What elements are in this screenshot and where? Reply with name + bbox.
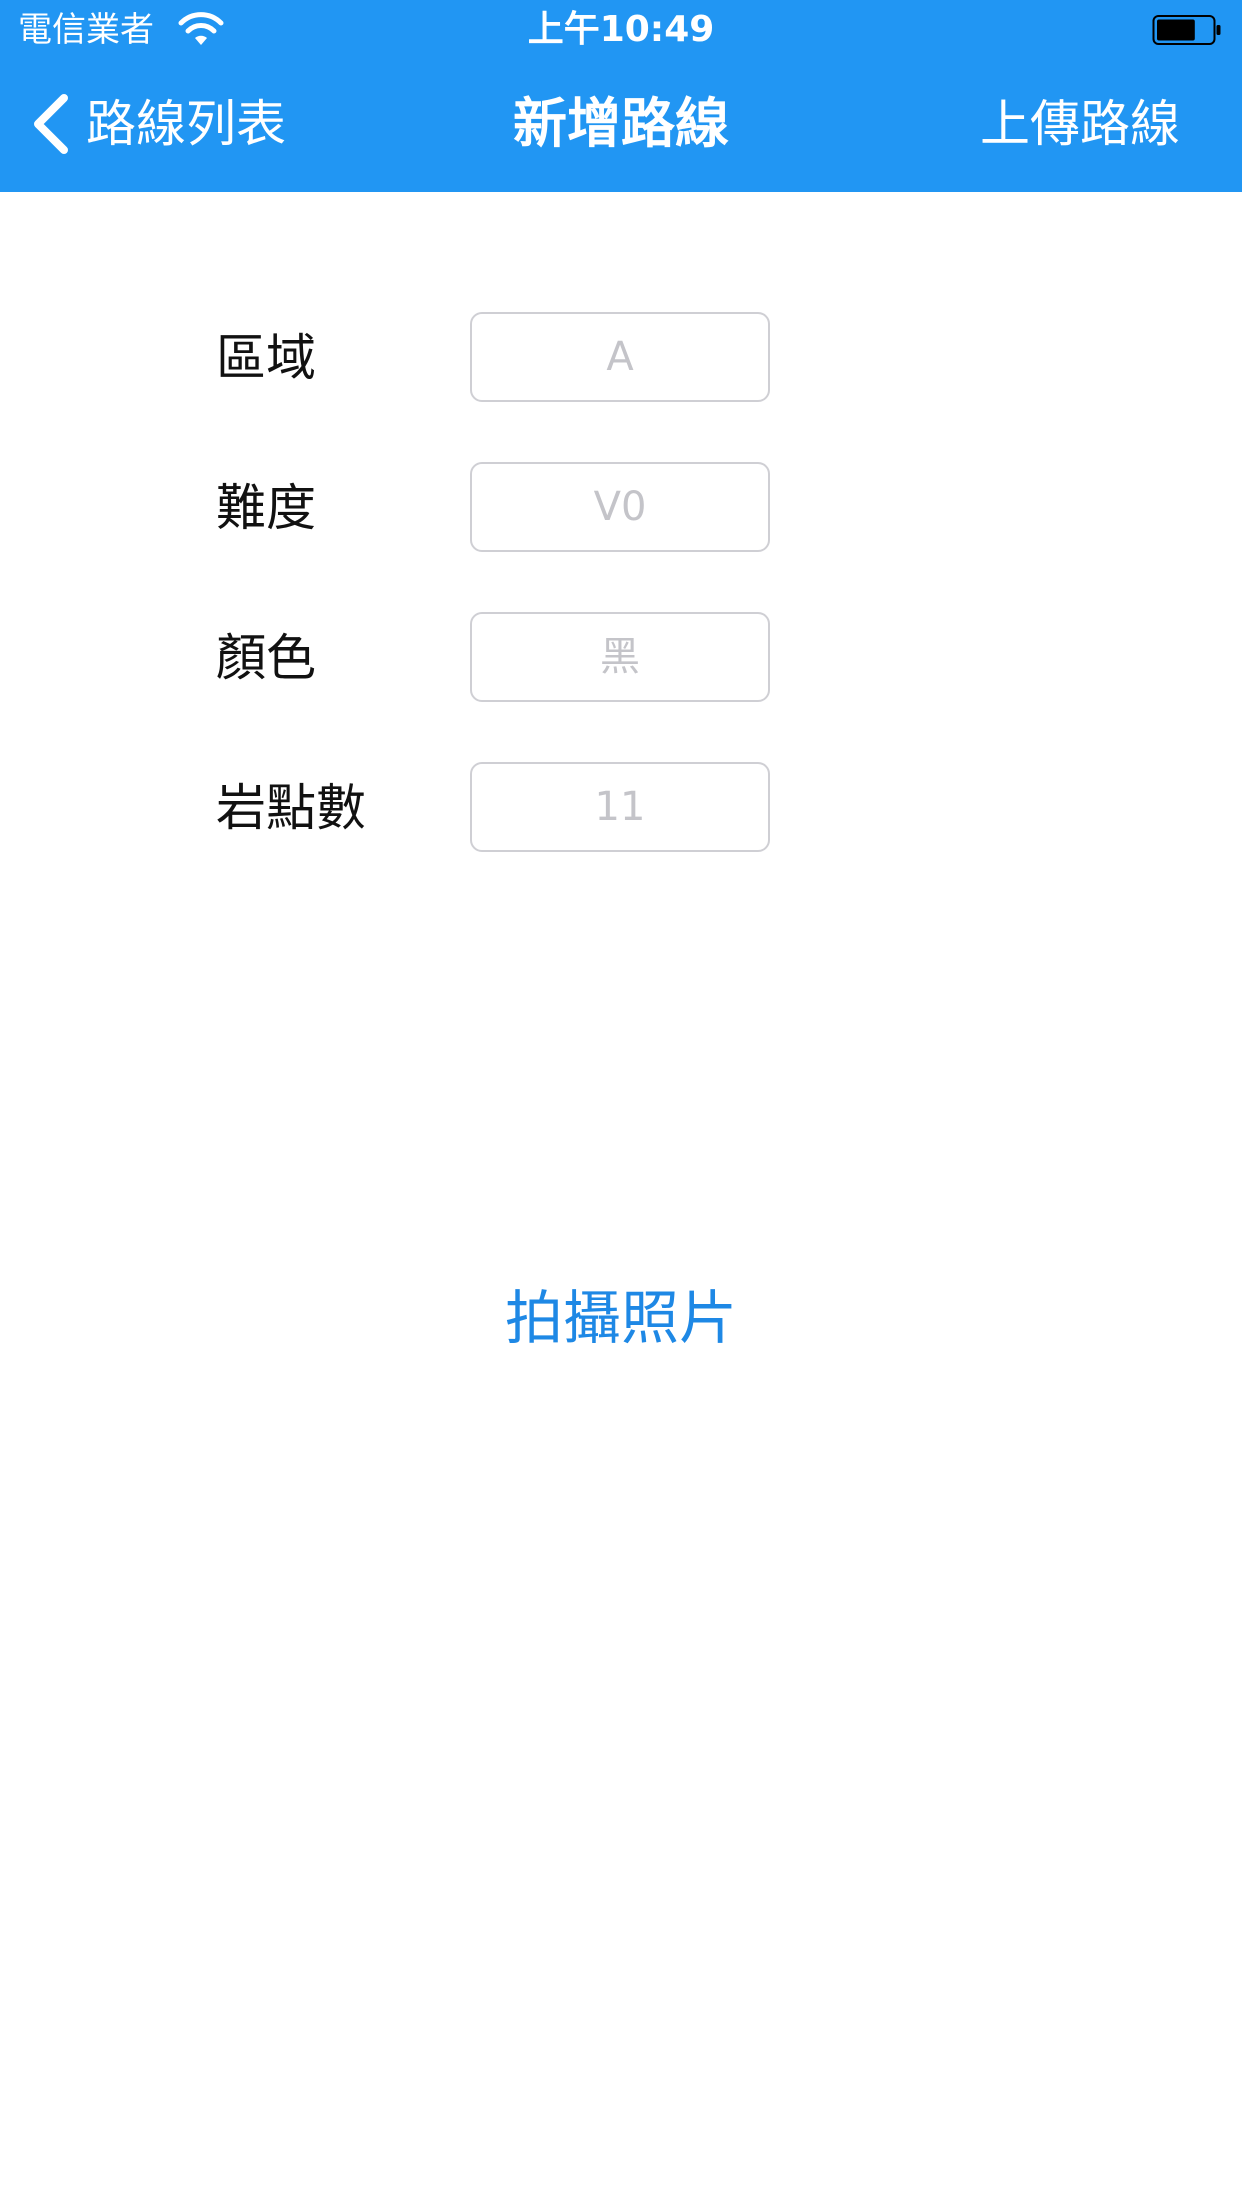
difficulty-input[interactable] xyxy=(470,462,770,552)
upload-route-button[interactable]: 上傳路線 xyxy=(980,92,1180,156)
color-label: 顏色 xyxy=(216,629,316,687)
app-screen: 電信業者 上午10:49 路線列表 新增路線 上傳路線 區域 A 難度 V0 顏… xyxy=(0,0,1242,2208)
status-time: 上午10:49 xyxy=(527,9,715,50)
area-label: 區域 xyxy=(216,329,316,387)
status-bar: 電信業者 上午10:49 xyxy=(0,0,1242,60)
holds-count-label: 岩點數 xyxy=(216,779,366,837)
holds-count-input[interactable] xyxy=(470,762,770,852)
difficulty-label: 難度 xyxy=(216,479,316,537)
form-row-color: 顏色 xyxy=(0,612,1242,704)
form-row-difficulty: 難度 xyxy=(0,462,1242,554)
battery-icon xyxy=(1152,15,1221,45)
navigation-bar: 路線列表 新增路線 上傳路線 xyxy=(0,60,1242,192)
color-input[interactable] xyxy=(470,612,770,702)
take-photo-button[interactable]: 拍攝照片 xyxy=(0,1282,1242,1354)
form-row-holds: 岩點數 xyxy=(0,762,1242,854)
top-bar: 電信業者 上午10:49 路線列表 新增路線 上傳路線 xyxy=(0,0,1242,192)
area-input[interactable] xyxy=(470,312,770,402)
form-row-area: 區域 xyxy=(0,312,1242,404)
